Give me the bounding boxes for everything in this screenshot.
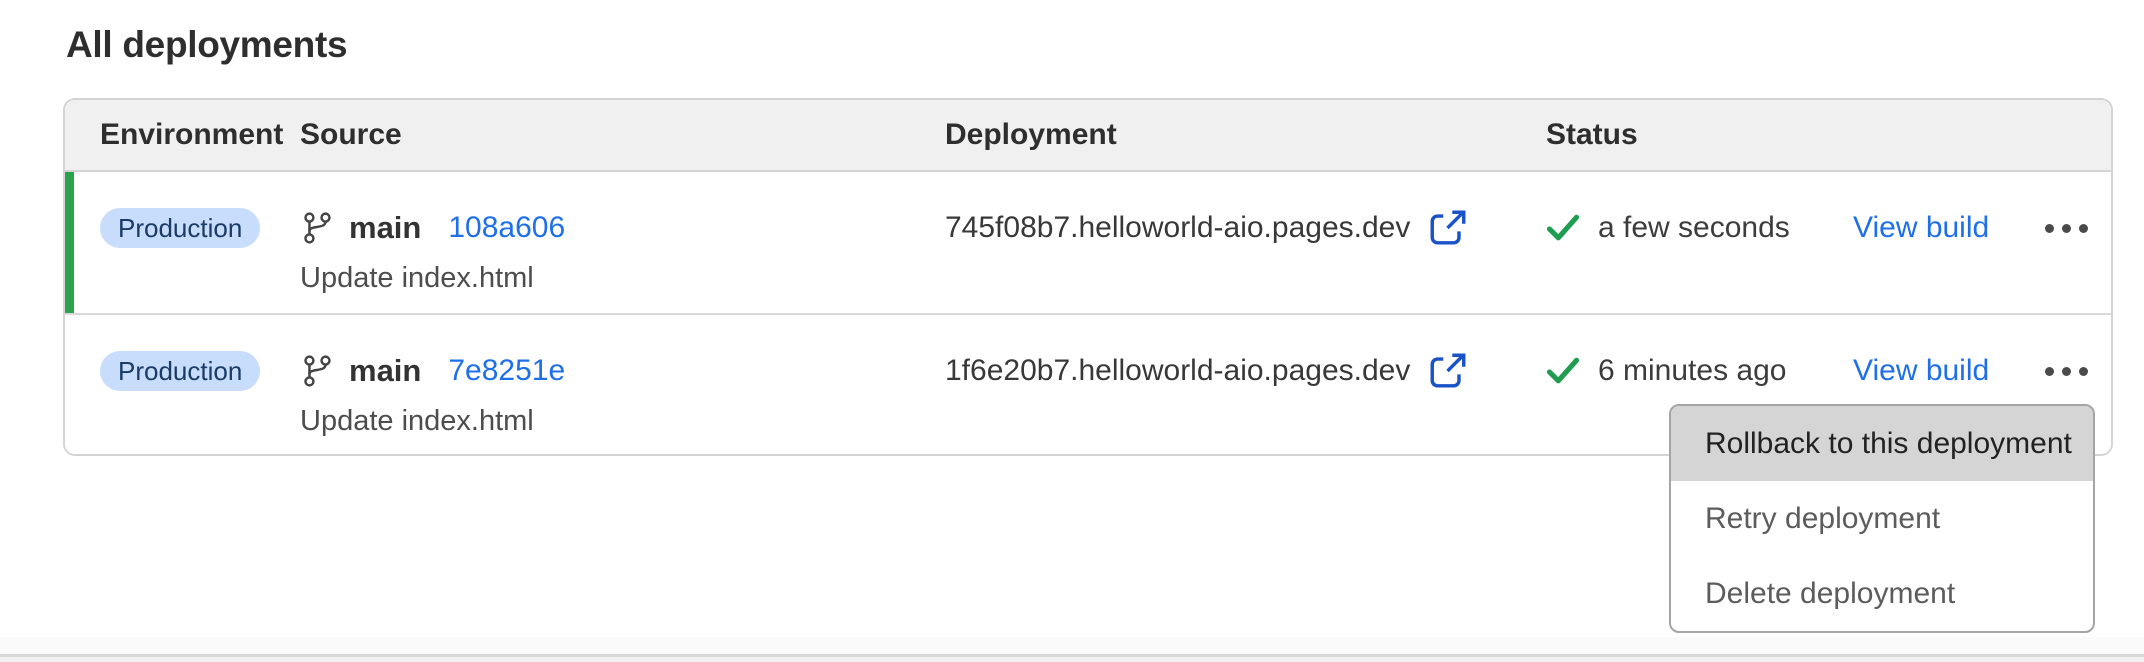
deployment-url: 1f6e20b7.helloworld-aio.pages.dev — [945, 354, 1410, 388]
page-title: All deployments — [66, 24, 347, 66]
environment-badge: Production — [100, 351, 260, 391]
commit-link[interactable]: 7e8251e — [448, 354, 565, 388]
menu-item-delete[interactable]: Delete deployment — [1671, 556, 2093, 631]
header-cell-status: Status — [1546, 118, 1853, 152]
footer-below — [0, 657, 2144, 662]
git-branch-icon — [300, 354, 334, 388]
actions-cell — [2043, 206, 2111, 313]
commit-message: Update index.html — [300, 263, 945, 293]
commit-message: Update index.html — [300, 406, 945, 436]
header-cell-source: Source — [300, 118, 945, 152]
branch-name: main — [349, 210, 421, 246]
environment-cell: Production — [100, 206, 300, 313]
deployment-url: 745f08b7.helloworld-aio.pages.dev — [945, 211, 1410, 245]
view-build-link[interactable]: View build — [1853, 211, 1989, 245]
deployment-cell: 1f6e20b7.helloworld-aio.pages.dev — [945, 349, 1546, 454]
environment-badge: Production — [100, 208, 260, 248]
status-time: a few seconds — [1598, 211, 1790, 245]
git-branch-icon — [300, 211, 334, 245]
context-menu: Rollback to this deployment Retry deploy… — [1669, 404, 2095, 633]
ellipsis-menu-button[interactable] — [2043, 206, 2090, 250]
footer-strip — [0, 637, 2144, 654]
deployment-cell: 745f08b7.helloworld-aio.pages.dev — [945, 206, 1546, 313]
ellipsis-icon — [2045, 367, 2054, 376]
table-header: Environment Source Deployment Status — [65, 100, 2111, 172]
header-cell-environment: Environment — [100, 118, 300, 152]
source-cell: main 108a606 Update index.html — [300, 206, 945, 313]
view-build-cell: View build — [1853, 206, 2043, 313]
environment-cell: Production — [100, 349, 300, 454]
source-cell: main 7e8251e Update index.html — [300, 349, 945, 454]
external-link-icon[interactable] — [1427, 350, 1469, 392]
commit-link[interactable]: 108a606 — [448, 211, 565, 245]
check-icon — [1546, 214, 1580, 242]
deployment-row: Production main 108a606 Update index.htm… — [65, 172, 2111, 313]
header-cell-deployment: Deployment — [945, 118, 1546, 152]
status-time: 6 minutes ago — [1598, 354, 1786, 388]
status-cell: a few seconds — [1546, 206, 1853, 313]
check-icon — [1546, 357, 1580, 385]
menu-item-rollback[interactable]: Rollback to this deployment — [1671, 406, 2093, 481]
branch-name: main — [349, 353, 421, 389]
menu-item-retry[interactable]: Retry deployment — [1671, 481, 2093, 556]
deployments-table: Environment Source Deployment Status Pro… — [63, 98, 2113, 456]
ellipsis-menu-button[interactable] — [2043, 349, 2090, 393]
view-build-link[interactable]: View build — [1853, 354, 1989, 388]
external-link-icon[interactable] — [1427, 207, 1469, 249]
ellipsis-icon — [2045, 224, 2054, 233]
